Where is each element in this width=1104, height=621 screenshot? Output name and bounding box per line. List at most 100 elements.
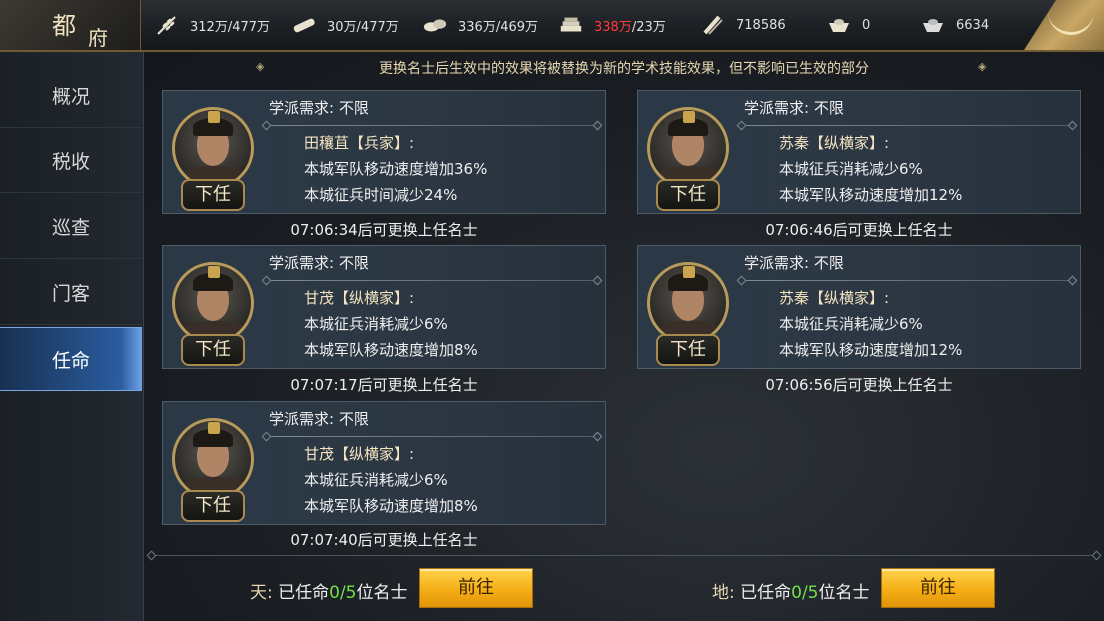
cooldown-timer-2: 07:06:46后可更换上任名士 [765,221,953,239]
silver-ingot-icon [920,14,946,36]
heaven-count: 0/5 [329,583,357,603]
divider [269,280,595,281]
sidebar: 概况 税收 巡查 门客 任命 [0,52,144,621]
appointment-panel: ◈ 更换名士后生效中的效果将被替换为新的学术技能效果，但不影响已生效的部分 ◈ … [144,52,1104,621]
cooldown-timer-1: 07:06:34后可更换上任名士 [290,221,478,239]
scholar-name: 田穰苴【兵家】: [304,134,415,152]
scholar-portrait-avatar [172,418,254,500]
earth-post: 位名士 [818,583,870,603]
scholar-portrait-avatar [172,107,254,189]
resource-iron-value: 338万 [594,19,632,35]
back-button[interactable] [1024,0,1104,50]
sidebar-item-appoint[interactable]: 任命 [0,327,142,391]
city-title-plate: 都 府 [0,0,141,50]
scholar-name: 甘茂【纵横家】: [304,445,415,463]
resource-lumber: 30万/477万 [291,0,399,50]
scholar-portrait-avatar [647,262,729,344]
ornament-right-icon: ◈ [978,60,987,73]
resource-iron-cap: /23万 [631,19,666,35]
effect-line-2: 本城军队移动速度增加12% [779,186,963,204]
effect-line-2: 本城军队移动速度增加8% [304,341,478,359]
dismiss-button[interactable]: 下任 [656,179,720,211]
heaven-label: 天: [250,583,273,603]
sidebar-item-retainers[interactable]: 门客 [0,261,142,325]
school-requirement: 学派需求: 不限 [744,254,844,272]
earth-label: 地: [712,583,735,603]
scholar-card-5: 下任 学派需求: 不限 甘茂【纵横家】: 本城征兵消耗减少6% 本城军队移动速度… [162,401,606,525]
scholar-card-1: 下任 学派需求: 不限 田穰苴【兵家】: 本城军队移动速度增加36% 本城征兵时… [162,90,606,214]
resource-stone: 336万/469万 [422,0,538,50]
dismiss-button[interactable]: 下任 [181,334,245,366]
sidebar-item-patrol[interactable]: 巡查 [0,195,142,259]
resource-silver-value: 6634 [956,17,990,33]
resource-scroll-value: 718586 [736,17,786,33]
sidebar-item-overview[interactable]: 概况 [0,64,142,128]
title-char-1: 都 [52,12,76,40]
divider [744,125,1070,126]
bottom-divider [154,555,1094,556]
back-curl-icon [1048,10,1094,35]
lumber-icon [291,14,317,36]
sidebar-item-label: 税收 [52,151,91,173]
scholar-portrait-avatar [172,262,254,344]
resource-grain: 312万/477万 [154,0,270,50]
sidebar-item-label: 概况 [52,86,91,108]
effect-line-1: 本城军队移动速度增加36% [304,160,488,178]
resource-scroll: 718586 [700,0,786,50]
stone-icon [422,14,448,36]
resource-gold: 0 [826,0,870,50]
resource-silver: 6634 [920,0,989,50]
scroll-icon [700,14,726,36]
ornament-left-icon: ◈ [256,60,265,73]
dismiss-button[interactable]: 下任 [181,179,245,211]
effect-line-1: 本城征兵消耗减少6% [779,160,923,178]
title-char-2: 府 [88,26,108,50]
resource-stone-value: 336万/469万 [458,19,539,35]
effect-line-2: 本城征兵时间减少24% [304,186,458,204]
earth-appointed-count: 地: 已任命0/5位名士 [712,578,870,603]
notice-banner: ◈ 更换名士后生效中的效果将被替换为新的学术技能效果，但不影响已生效的部分 ◈ [144,58,1104,80]
school-requirement: 学派需求: 不限 [269,254,369,272]
school-requirement: 学派需求: 不限 [269,410,369,428]
scholar-name: 甘茂【纵横家】: [304,289,415,307]
divider [269,125,595,126]
scholar-portrait-avatar [647,107,729,189]
cooldown-timer-4: 07:06:56后可更换上任名士 [765,376,953,394]
sidebar-item-tax[interactable]: 税收 [0,129,142,193]
scholar-card-4: 下任 学派需求: 不限 苏秦【纵横家】: 本城征兵消耗减少6% 本城军队移动速度… [637,245,1081,369]
dismiss-button[interactable]: 下任 [181,490,245,522]
cooldown-timer-3: 07:07:17后可更换上任名士 [290,376,478,394]
grain-icon [154,14,180,36]
earth-count: 0/5 [791,583,819,603]
resource-iron: 338万/23万 [558,0,666,50]
sidebar-item-label: 门客 [52,283,91,305]
dismiss-button[interactable]: 下任 [656,334,720,366]
effect-line-2: 本城军队移动速度增加12% [779,341,963,359]
effect-line-1: 本城征兵消耗减少6% [304,471,448,489]
heaven-post: 位名士 [356,583,408,603]
notice-text: 更换名士后生效中的效果将被替换为新的学术技能效果，但不影响已生效的部分 [379,61,869,77]
scholar-card-2: 下任 学派需求: 不限 苏秦【纵横家】: 本城征兵消耗减少6% 本城军队移动速度… [637,90,1081,214]
earth-go-button[interactable]: 前往 [881,568,995,608]
resource-grain-value: 312万/477万 [190,19,271,35]
resource-gold-value: 0 [862,17,871,33]
gold-ingot-icon [826,14,852,36]
sidebar-item-label: 任命 [52,349,91,372]
scholar-name: 苏秦【纵横家】: [779,289,890,307]
iron-icon [558,14,584,36]
effect-line-1: 本城征兵消耗减少6% [304,315,448,333]
resource-lumber-value: 30万/477万 [327,19,399,35]
heaven-appointed-count: 天: 已任命0/5位名士 [250,578,408,603]
scholar-name: 苏秦【纵横家】: [779,134,890,152]
scholar-card-3: 下任 学派需求: 不限 甘茂【纵横家】: 本城征兵消耗减少6% 本城军队移动速度… [162,245,606,369]
divider [744,280,1070,281]
divider [269,436,595,437]
school-requirement: 学派需求: 不限 [269,99,369,117]
cooldown-timer-5: 07:07:40后可更换上任名士 [290,531,478,549]
earth-pre: 已任命 [740,583,792,603]
school-requirement: 学派需求: 不限 [744,99,844,117]
heaven-go-button[interactable]: 前往 [419,568,533,608]
effect-line-2: 本城军队移动速度增加8% [304,497,478,515]
effect-line-1: 本城征兵消耗减少6% [779,315,923,333]
heaven-pre: 已任命 [278,583,330,603]
